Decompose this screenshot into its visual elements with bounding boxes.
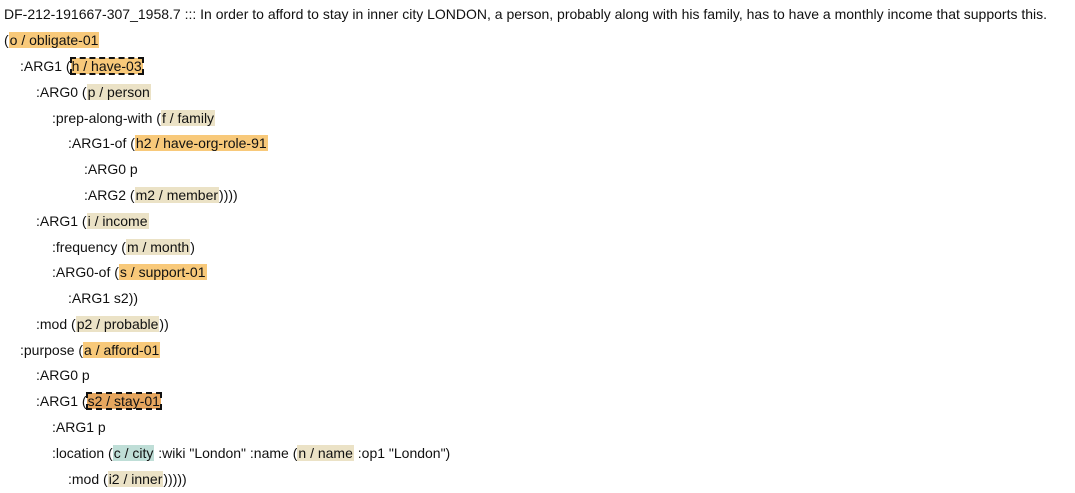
amr-line: :prep-along-with (f / family: [52, 109, 216, 128]
concept-node[interactable]: o / obligate-01: [8, 32, 100, 48]
concept-node[interactable]: m / month: [125, 239, 191, 255]
amr-line: :location (c / city :wiki "London" :name…: [52, 444, 450, 463]
amr-line: :ARG1 p: [52, 418, 106, 437]
concept-node[interactable]: i / income: [86, 213, 149, 229]
relation-text: :prep-along-with (: [52, 110, 161, 126]
amr-line: :mod (i2 / inner))))): [68, 470, 187, 489]
amr-line: :ARG2 (m2 / member)))): [84, 186, 238, 205]
relation-text: :mod (: [36, 316, 76, 332]
relation-text: :ARG2 (: [84, 187, 135, 203]
relation-text: :location (: [52, 445, 113, 461]
relation-text: :ARG1-of (: [68, 135, 135, 151]
relation-text: :ARG1 (: [36, 393, 87, 409]
relation-text: :op1 "London"): [353, 445, 451, 461]
relation-text: :ARG0 (: [36, 84, 87, 100]
amr-line: :ARG0 p: [84, 160, 138, 179]
concept-node[interactable]: a / afford-01: [83, 342, 161, 358]
concept-node[interactable]: c / city: [112, 445, 155, 461]
concept-node[interactable]: f / family: [160, 110, 216, 126]
relation-text: :purpose (: [20, 342, 84, 358]
amr-line: :ARG1 s2)): [68, 289, 138, 308]
relation-text: )))): [219, 187, 238, 203]
concept-node[interactable]: s2 / stay-01: [85, 392, 162, 410]
concept-node[interactable]: m2 / member: [134, 187, 220, 203]
concept-node[interactable]: p2 / probable: [75, 316, 160, 332]
amr-line: :ARG1 (s2 / stay-01: [36, 392, 162, 411]
amr-line: :ARG1-of (h2 / have-org-role-91: [68, 134, 268, 153]
amr-line: :ARG1 (i / income: [36, 212, 149, 231]
relation-text: :ARG1 p: [52, 419, 106, 435]
concept-node[interactable]: s / support-01: [118, 264, 207, 280]
amr-line: :mod (p2 / probable)): [36, 315, 169, 334]
concept-node[interactable]: h / have-03: [69, 57, 144, 75]
amr-line: (o / obligate-01: [4, 31, 100, 50]
relation-text: ))))): [163, 471, 187, 487]
concept-node[interactable]: p / person: [86, 84, 151, 100]
amr-line: :purpose (a / afford-01: [20, 341, 161, 360]
relation-text: :ARG1 s2)): [68, 290, 139, 306]
relation-text: )): [159, 316, 169, 332]
amr-line: :ARG0 (p / person: [36, 83, 151, 102]
concept-node[interactable]: i2 / inner: [107, 471, 164, 487]
amr-line: :frequency (m / month): [52, 238, 195, 257]
relation-text: :ARG1 (: [20, 58, 71, 74]
sentence-header: DF-212-191667-307_1958.7 ::: In order to…: [4, 6, 1048, 22]
concept-node[interactable]: h2 / have-org-role-91: [134, 135, 268, 151]
relation-text: (: [4, 32, 9, 48]
relation-text: ): [190, 239, 195, 255]
amr-line: :ARG0 p: [36, 366, 90, 385]
relation-text: :frequency (: [52, 239, 126, 255]
relation-text: :ARG1 (: [36, 213, 87, 229]
relation-text: :mod (: [68, 471, 108, 487]
relation-text: :ARG0 p: [84, 161, 138, 177]
relation-text: :ARG0 p: [36, 367, 90, 383]
amr-line: :ARG1 (h / have-03: [20, 57, 144, 76]
relation-text: :wiki "London" :name (: [154, 445, 298, 461]
concept-node[interactable]: n / name: [297, 445, 354, 461]
amr-line: :ARG0-of (s / support-01: [52, 263, 207, 282]
relation-text: :ARG0-of (: [52, 264, 119, 280]
